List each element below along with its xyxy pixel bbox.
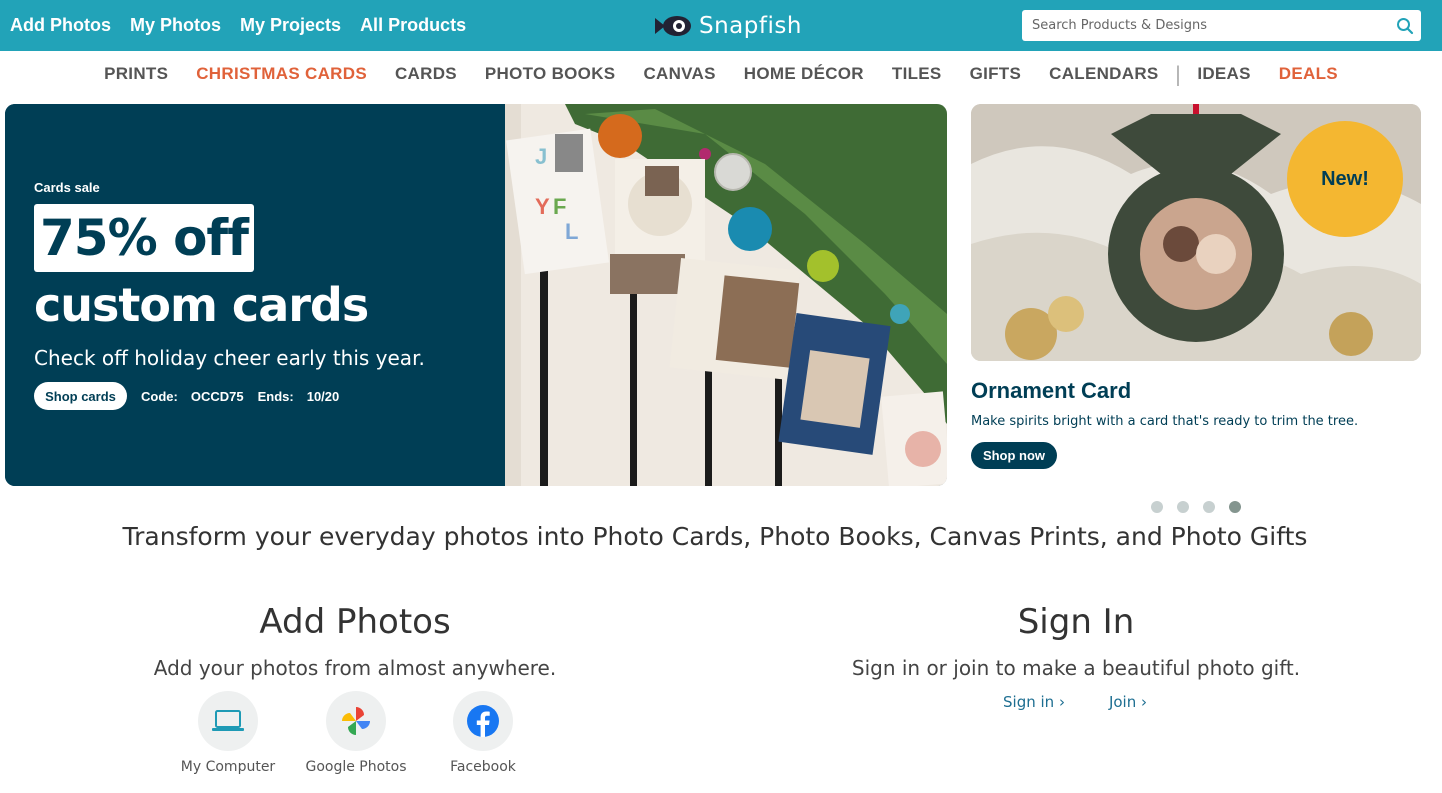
source-label: Google Photos	[305, 759, 407, 775]
cat-prints[interactable]: PRINTS	[90, 64, 182, 84]
source-label: My Computer	[180, 759, 276, 775]
source-label: Facebook	[450, 759, 516, 775]
search-box	[1022, 10, 1421, 41]
sign-in-description: Sign in or join to make a beautiful phot…	[851, 656, 1301, 680]
join-link-label: Join	[1108, 693, 1137, 711]
sign-in-title: Sign In	[1017, 602, 1135, 642]
laptop-icon	[212, 710, 244, 731]
cat-canvas[interactable]: CANVAS	[629, 64, 729, 84]
carousel-dot[interactable]	[1151, 501, 1163, 513]
hero-subline: Check off holiday cheer early this year.	[34, 346, 425, 370]
shop-cards-button[interactable]: Shop cards	[34, 382, 127, 410]
carousel-dot[interactable]	[1177, 501, 1189, 513]
category-nav: PRINTS CHRISTMAS CARDS CARDS PHOTO BOOKS…	[0, 51, 1442, 96]
chevron-right-icon: ›	[1058, 693, 1065, 711]
carousel-dot[interactable]	[1203, 501, 1215, 513]
source-icon-circle	[198, 691, 258, 751]
ornament-card-description: Make spirits bright with a card that's r…	[971, 414, 1359, 429]
sign-in-link-label: Sign in	[1003, 693, 1055, 711]
ends-value: 10/20	[306, 388, 340, 404]
source-facebook[interactable]: Facebook	[423, 691, 543, 775]
cat-deals[interactable]: DEALS	[1265, 64, 1352, 84]
nav-my-photos[interactable]: My Photos	[130, 15, 221, 36]
brand-logo[interactable]: Snapfish	[655, 8, 802, 44]
code-value: OCCD75	[190, 388, 244, 404]
cat-calendars[interactable]: CALENDARS	[1035, 64, 1172, 84]
nav-all-products[interactable]: All Products	[360, 15, 466, 36]
nav-add-photos[interactable]: Add Photos	[10, 15, 111, 36]
chevron-right-icon: ›	[1141, 693, 1148, 711]
promo-code-info: Code: OCCD75 Ends: 10/20	[141, 382, 339, 410]
cat-cards[interactable]: CARDS	[381, 64, 471, 84]
facebook-icon	[467, 705, 499, 737]
page-tagline: Transform your everyday photos into Phot…	[122, 522, 1308, 551]
svg-text:L: L	[565, 219, 578, 244]
top-bar: Add Photos My Photos My Projects All Pro…	[0, 0, 1442, 51]
cat-photo-books[interactable]: PHOTO BOOKS	[471, 64, 630, 84]
new-badge: New!	[1287, 121, 1403, 237]
hero-discount-box: 75% off	[34, 204, 254, 272]
hero-banner[interactable]: Cards sale 75% off custom cards Check of…	[5, 104, 947, 486]
hero-discount: 75% off	[40, 209, 249, 267]
add-photos-title: Add Photos	[259, 602, 451, 642]
brand-name: Snapfish	[699, 13, 802, 39]
top-nav: Add Photos My Photos My Projects All Pro…	[10, 0, 466, 51]
carousel-dot-active[interactable]	[1229, 501, 1241, 513]
ends-label: Ends:	[257, 388, 294, 404]
sign-in-link[interactable]: Sign in ›	[1003, 693, 1065, 711]
nav-my-projects[interactable]: My Projects	[240, 15, 341, 36]
fish-logo-icon	[655, 16, 691, 36]
hero-text-panel: Cards sale 75% off custom cards Check of…	[5, 104, 505, 486]
source-my-computer[interactable]: My Computer	[168, 691, 288, 775]
hero-photo: J Y F L	[505, 104, 947, 486]
code-label: Code:	[141, 388, 178, 404]
cat-gifts[interactable]: GIFTS	[956, 64, 1036, 84]
svg-text:F: F	[553, 194, 566, 219]
add-photos-description: Add your photos from almost anywhere.	[153, 656, 557, 680]
cat-christmas-cards[interactable]: CHRISTMAS CARDS	[182, 64, 381, 84]
source-icon-circle	[326, 691, 386, 751]
cat-home-decor[interactable]: HOME DÉCOR	[730, 64, 878, 84]
shop-now-button[interactable]: Shop now	[971, 442, 1057, 469]
hero-headline: custom cards	[34, 278, 369, 332]
carousel-dots	[1151, 501, 1241, 513]
join-link[interactable]: Join ›	[1109, 693, 1147, 711]
sign-in-links: Sign in › Join ›	[1003, 693, 1147, 711]
cat-tiles[interactable]: TILES	[878, 64, 956, 84]
svg-text:J: J	[535, 144, 547, 169]
source-google-photos[interactable]: Google Photos	[296, 691, 416, 775]
cat-ideas[interactable]: IDEAS	[1183, 64, 1264, 84]
ornament-card-title[interactable]: Ornament Card	[971, 378, 1131, 404]
search-icon[interactable]	[1396, 17, 1414, 35]
google-photos-icon	[342, 707, 370, 735]
source-icon-circle	[453, 691, 513, 751]
nav-separator: |	[1174, 61, 1182, 86]
search-input[interactable]	[1022, 10, 1392, 41]
hero-kicker: Cards sale	[34, 180, 100, 195]
svg-text:Y: Y	[535, 194, 550, 219]
holiday-cards-illustration: J Y F L	[505, 104, 947, 486]
